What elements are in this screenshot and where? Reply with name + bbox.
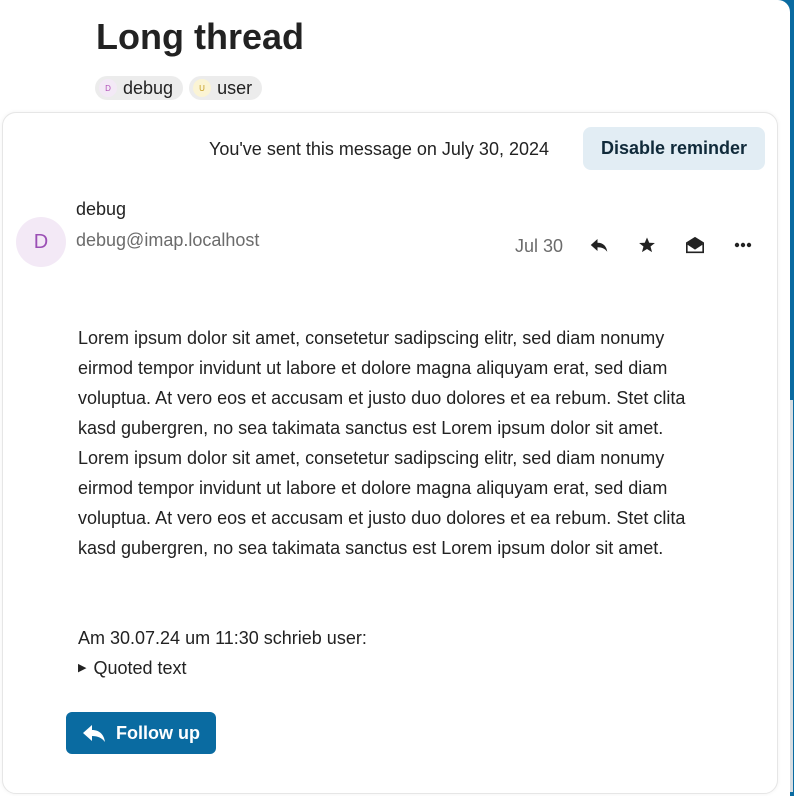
mark-read-button[interactable] [677,231,713,259]
reminder-text: You've sent this message on July 30, 202… [209,139,549,159]
reply-button[interactable] [581,231,617,259]
message-date: Jul 30 [515,236,564,256]
quoted-text-label: Quoted text [93,658,187,678]
reply-icon [590,239,608,252]
tag-user[interactable]: U user [189,76,263,100]
more-button[interactable] [725,231,761,259]
thread-title: Long thread [96,16,304,57]
message-panel: Long thread D debug U user You've sent t… [0,0,790,796]
tag-debug-label: debug [123,77,174,98]
sender-name: debug [76,199,127,219]
follow-up-button[interactable]: Follow up [66,712,216,754]
tag-user-label: user [217,77,253,98]
follow-up-label: Follow up [116,722,200,743]
quote-intro: Am 30.07.24 um 11:30 schrieb user: [78,628,367,648]
sender-email: debug@imap.localhost [76,230,260,250]
disable-reminder-button[interactable]: Disable reminder [583,127,765,170]
tag-user-initial: U [193,79,212,97]
star-icon [639,237,655,253]
tag-debug[interactable]: D debug [95,76,184,100]
star-button[interactable] [629,231,665,259]
scrollbar[interactable] [790,400,793,792]
message-card: You've sent this message on July 30, 202… [2,112,778,794]
reply-icon [83,725,105,742]
mark-read-icon [686,236,704,254]
quoted-text-toggle[interactable]: ▶ Quoted text [78,653,187,683]
message-body: Lorem ipsum dolor sit amet, consetetur s… [78,328,686,558]
more-icon [734,242,752,248]
avatar: D [16,217,66,267]
tag-list: D debug U user [95,76,263,100]
tag-debug-initial: D [99,79,117,97]
expand-triangle-icon: ▶ [78,662,87,674]
